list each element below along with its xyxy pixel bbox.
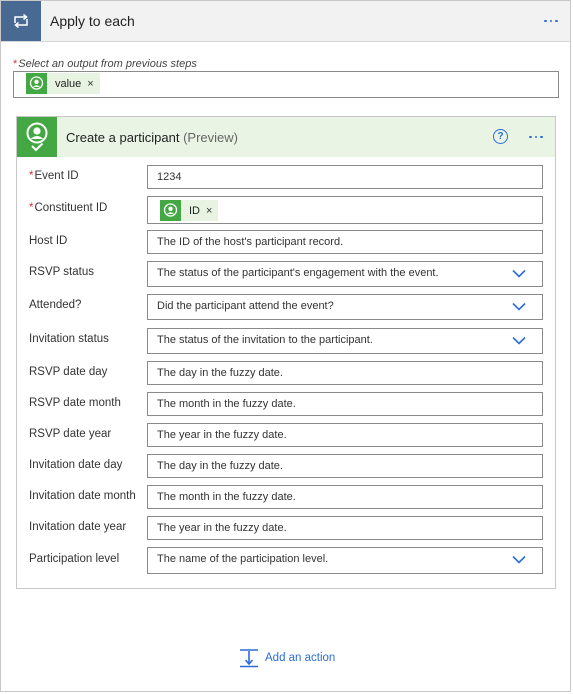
required-marker: * — [13, 58, 18, 70]
person-badge-icon — [160, 200, 181, 221]
select-output-label: *Select an output from previous steps — [13, 58, 197, 70]
value-token[interactable]: value × — [26, 73, 100, 94]
rsvp-date-day-label: RSVP date day — [29, 366, 108, 378]
add-action-button[interactable]: Add an action — [239, 647, 335, 669]
apply-to-each-container: Apply to each *Select an output from pre… — [0, 0, 571, 692]
attended-placeholder: Did the participant attend the event? — [157, 300, 334, 312]
rsvp-status-label: RSVP status — [29, 266, 94, 278]
invitation-date-month-field[interactable]: The month in the fuzzy date. — [147, 485, 543, 509]
rsvp-date-day-field[interactable]: The day in the fuzzy date. — [147, 361, 543, 385]
host-id-label: Host ID — [29, 235, 68, 247]
rsvp-status-placeholder: The status of the participant's engageme… — [157, 267, 439, 279]
loop-icon — [1, 1, 41, 41]
card-title: Create a participant (Preview) — [66, 130, 238, 145]
person-badge-icon — [26, 73, 47, 94]
invitation-date-day-field[interactable]: The day in the fuzzy date. — [147, 454, 543, 478]
chevron-down-icon — [512, 555, 526, 564]
chevron-down-icon — [512, 269, 526, 278]
token-label: value — [55, 77, 82, 90]
rsvp-date-year-label: RSVP date year — [29, 428, 112, 440]
invitation-status-placeholder: The status of the invitation to the part… — [157, 334, 373, 346]
person-badge-icon — [17, 117, 57, 157]
token-remove-icon[interactable]: × — [206, 200, 218, 222]
token-label: ID — [189, 204, 200, 217]
add-action-label: Add an action — [265, 652, 336, 664]
invitation-date-month-label: Invitation date month — [29, 490, 136, 502]
loop-title: Apply to each — [50, 13, 135, 29]
chevron-down-icon — [512, 302, 526, 311]
participation-level-placeholder: The name of the participation level. — [157, 553, 329, 565]
loop-header[interactable]: Apply to each — [1, 1, 570, 42]
constituent-id-label: *Constituent ID — [29, 202, 108, 214]
chevron-down-icon — [512, 336, 526, 345]
rsvp-date-month-label: RSVP date month — [29, 397, 121, 409]
rsvp-date-year-field[interactable]: The year in the fuzzy date. — [147, 423, 543, 447]
attended-label: Attended? — [29, 299, 82, 311]
id-token[interactable]: ID × — [160, 200, 219, 222]
create-participant-card: Create a participant (Preview) ? *Event … — [16, 116, 556, 589]
invitation-date-year-field[interactable]: The year in the fuzzy date. — [147, 516, 543, 540]
preview-tag: (Preview) — [183, 130, 238, 145]
invitation-status-dropdown[interactable]: The status of the invitation to the part… — [147, 328, 543, 354]
invitation-date-year-label: Invitation date year — [29, 521, 127, 533]
select-output-input[interactable]: value × — [13, 71, 559, 98]
event-id-field[interactable]: 1234 — [147, 165, 543, 189]
rsvp-date-month-field[interactable]: The month in the fuzzy date. — [147, 392, 543, 416]
participation-level-label: Participation level — [29, 553, 120, 565]
rsvp-status-dropdown[interactable]: The status of the participant's engageme… — [147, 261, 543, 287]
constituent-id-field[interactable]: ID × — [147, 196, 543, 224]
loop-more-icon[interactable] — [539, 11, 563, 31]
invitation-status-label: Invitation status — [29, 333, 109, 345]
card-more-icon[interactable] — [524, 127, 548, 147]
attended-dropdown[interactable]: Did the participant attend the event? — [147, 294, 543, 320]
card-header[interactable]: Create a participant (Preview) ? — [17, 117, 555, 157]
token-remove-icon[interactable]: × — [87, 78, 99, 90]
invitation-date-day-label: Invitation date day — [29, 459, 123, 471]
help-circle-icon[interactable]: ? — [493, 129, 508, 144]
event-id-label: *Event ID — [29, 170, 79, 182]
participation-level-dropdown[interactable]: The name of the participation level. — [147, 547, 543, 574]
add-action-icon — [240, 649, 258, 668]
host-id-field[interactable]: The ID of the host's participant record. — [147, 230, 543, 254]
